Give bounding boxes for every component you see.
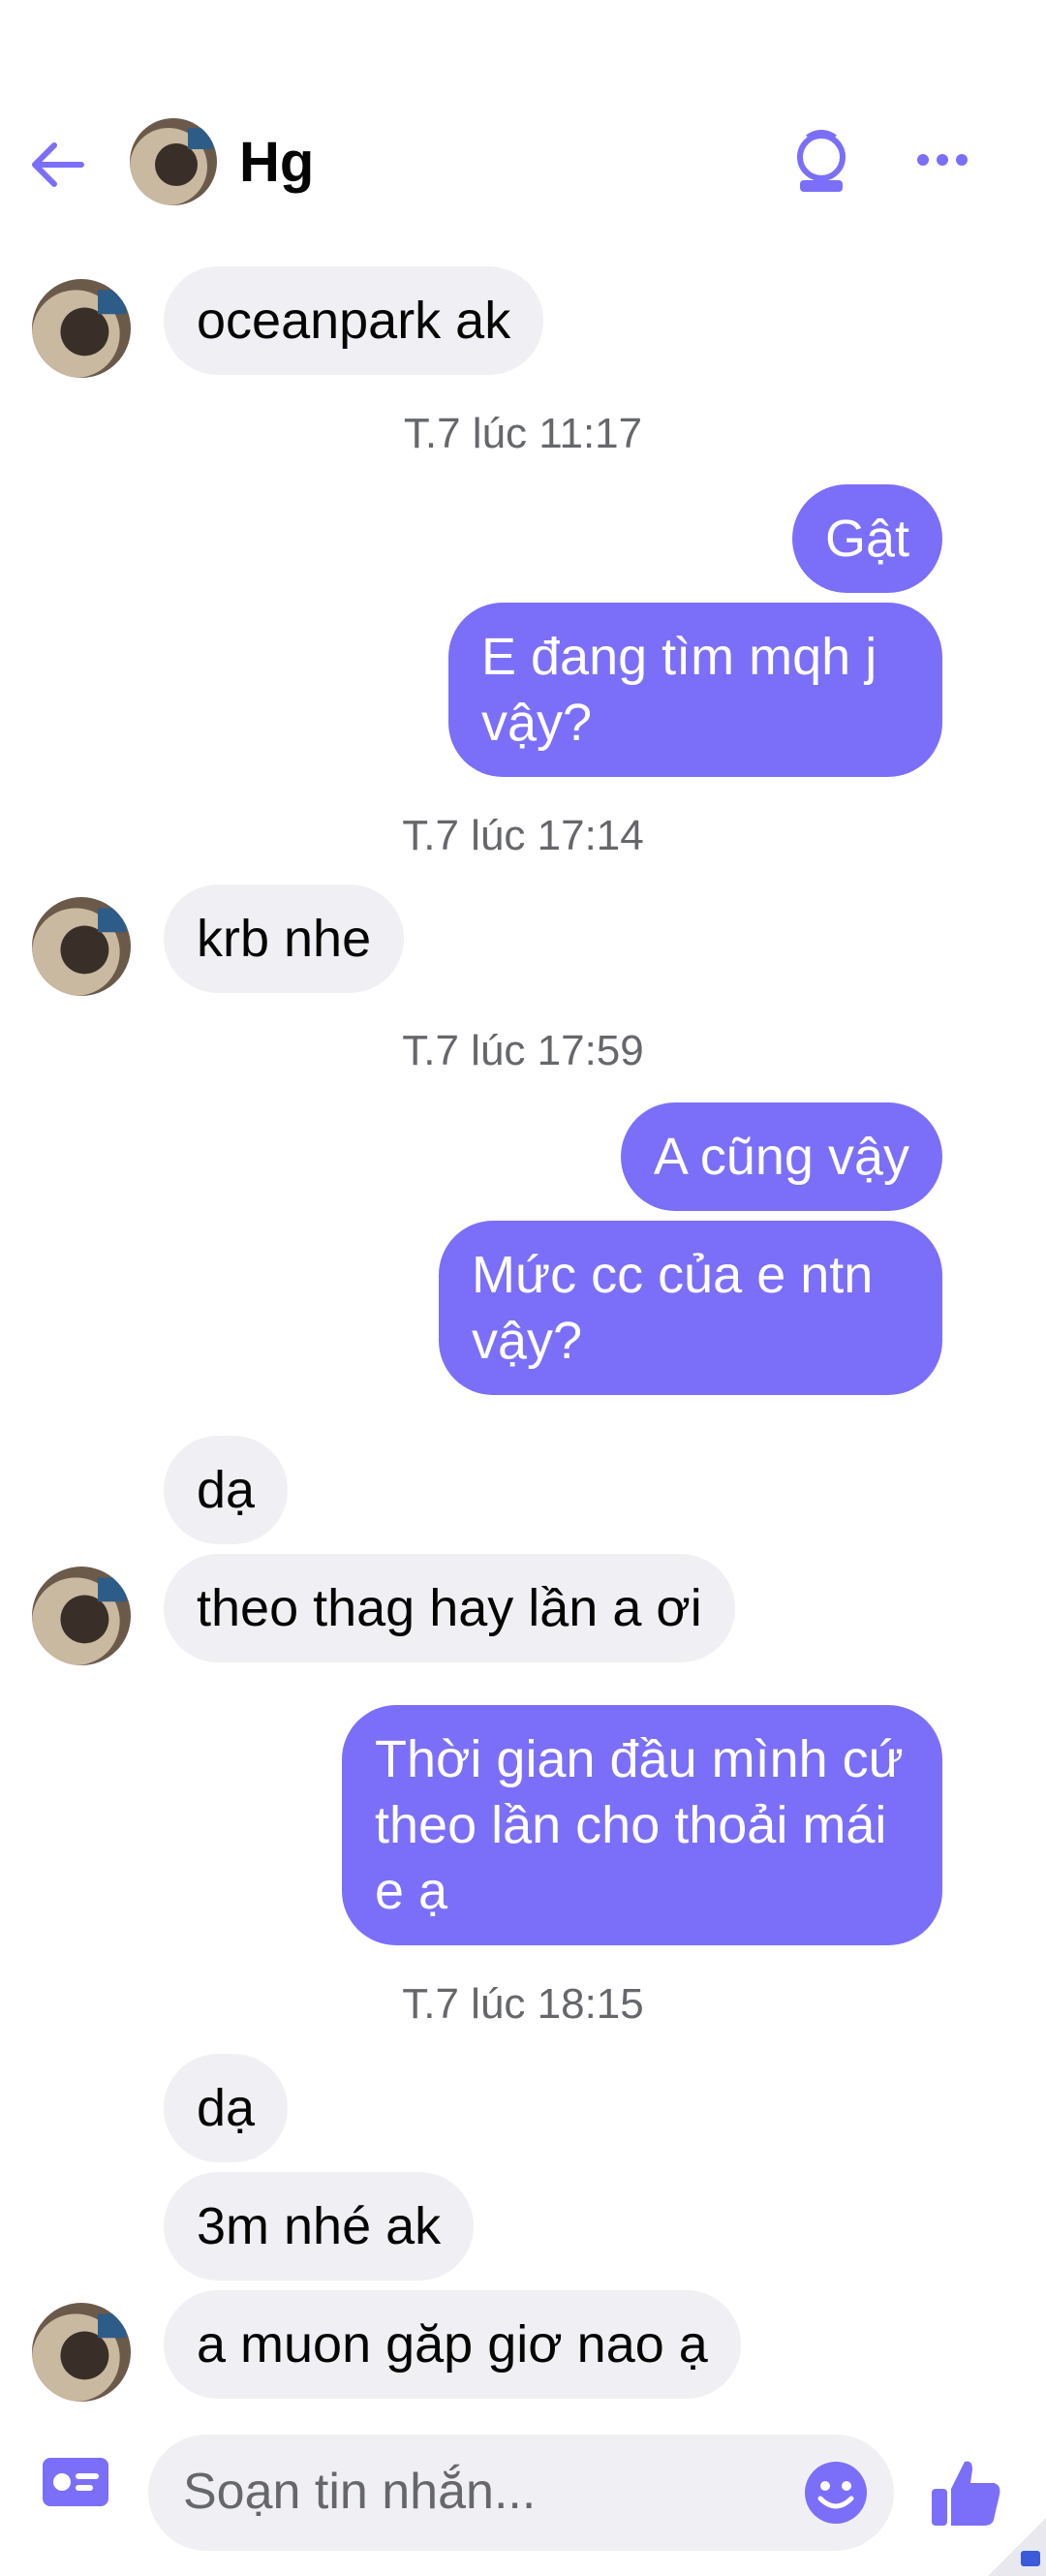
message-composer: Soạn tin nhắn... [0, 2407, 1046, 2576]
avatar-photo [32, 2303, 131, 2402]
avatar-photo [130, 118, 217, 205]
incoming-message[interactable]: theo thag hay lần a ơi [164, 1554, 735, 1662]
outgoing-message[interactable]: Mức cc của e ntn vậy? [439, 1221, 942, 1395]
timestamp: T.7 lúc 18:15 [402, 1980, 644, 2028]
message-input-placeholder: Soạn tin nhắn... [183, 2464, 537, 2520]
emoji-icon[interactable] [803, 2460, 869, 2526]
sender-avatar[interactable] [32, 1567, 131, 1665]
timestamp: T.7 lúc 17:59 [402, 1027, 644, 1074]
chat-header: Hg [0, 97, 1046, 233]
corner-badge-icon [988, 2518, 1046, 2576]
sender-avatar[interactable] [32, 897, 131, 996]
sender-avatar[interactable] [32, 2303, 131, 2402]
incoming-message[interactable]: dạ [164, 2054, 289, 2162]
sender-avatar[interactable] [32, 279, 131, 378]
outgoing-message[interactable]: Gật [791, 484, 942, 593]
incoming-message[interactable]: krb nhe [164, 885, 405, 993]
outgoing-message[interactable]: E đang tìm mqh j vậy? [448, 603, 942, 777]
more-dots-icon[interactable] [915, 145, 969, 174]
incoming-message[interactable]: dạ [164, 1436, 289, 1544]
avatar-photo [32, 897, 131, 996]
incoming-message[interactable]: 3m nhé ak [164, 2172, 475, 2281]
avatar-photo [32, 1567, 131, 1665]
contact-avatar[interactable] [130, 118, 217, 205]
timestamp: T.7 lúc 11:17 [403, 410, 643, 457]
contact-name[interactable]: Hg [239, 130, 314, 195]
avatar-photo [32, 279, 131, 378]
incoming-message[interactable]: oceanpark ak [164, 266, 544, 375]
message-input[interactable]: Soạn tin nhắn... [148, 2435, 894, 2551]
outgoing-message[interactable]: A cũng vậy [620, 1102, 942, 1211]
timestamp: T.7 lúc 17:14 [402, 812, 644, 859]
video-call-icon[interactable] [792, 130, 850, 198]
contact-card-icon[interactable] [43, 2458, 108, 2506]
back-button[interactable] [25, 134, 87, 196]
outgoing-message[interactable]: Thời gian đầu mình cứ theo lần cho thoải… [342, 1705, 942, 1945]
incoming-message[interactable]: a muon găp giơ nao ạ [164, 2290, 741, 2399]
